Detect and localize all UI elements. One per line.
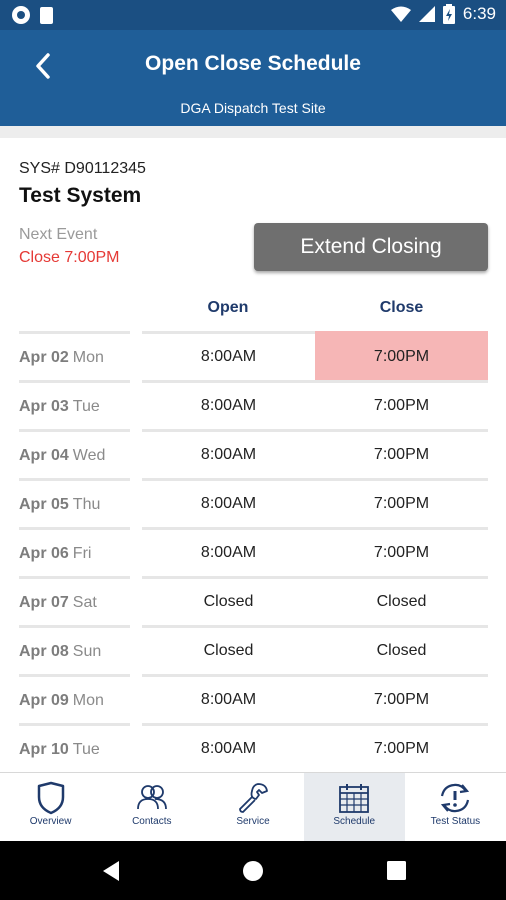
schedule-row: Apr 08 Sun Closed Closed [0, 625, 506, 674]
sim-card-icon [40, 6, 53, 24]
nav-label: Overview [29, 816, 72, 827]
row-date: Apr 06 [19, 545, 69, 562]
row-weekday: Thu [72, 496, 101, 513]
day-cell: Apr 08 Sun [19, 625, 130, 674]
close-time-cell[interactable]: Closed [315, 625, 488, 674]
open-time-cell[interactable]: Closed [142, 576, 315, 625]
day-cell: Apr 03 Tue [19, 380, 130, 429]
row-weekday: Mon [72, 692, 104, 709]
extend-closing-button[interactable]: Extend Closing [254, 223, 488, 271]
nav-overview[interactable]: Overview [0, 773, 101, 841]
square-recents-icon [386, 861, 406, 880]
contacts-icon [136, 785, 167, 810]
triangle-back-icon [103, 860, 119, 881]
circle-home-icon [243, 860, 263, 881]
schedule-row: Apr 03 Tue 8:00AM 7:00PM [0, 380, 506, 429]
schedule-row: Apr 05 Thu 8:00AM 7:00PM [0, 478, 506, 527]
close-time-cell[interactable]: 7:00PM [315, 723, 488, 772]
close-time-cell[interactable]: 7:00PM [315, 331, 488, 380]
status-left-icons [12, 6, 53, 24]
close-time-cell[interactable]: 7:00PM [315, 380, 488, 429]
close-time-cell[interactable]: 7:00PM [315, 478, 488, 527]
close-time-cell[interactable]: 7:00PM [315, 527, 488, 576]
next-event-value: Close 7:00PM [19, 249, 120, 266]
app-header: Open Close Schedule DGA Dispatch Test Si… [0, 30, 506, 126]
open-time-cell[interactable]: 8:00AM [142, 478, 315, 527]
day-cell: Apr 09 Mon [19, 674, 130, 723]
close-time-cell[interactable]: 7:00PM [315, 429, 488, 478]
system-name: Test System [19, 184, 142, 207]
open-column-header: Open [207, 299, 249, 316]
open-time-cell[interactable]: 8:00AM [142, 331, 315, 380]
android-home-button[interactable] [223, 841, 283, 900]
open-time-cell[interactable]: 8:00AM [142, 429, 315, 478]
day-cell: Apr 06 Fri [19, 527, 130, 576]
schedule-row: Apr 02 Mon 8:00AM 7:00PM [0, 331, 506, 380]
bottom-navigation: Overview Contacts Service Schedule Test … [0, 772, 506, 841]
status-time: 6:39 [462, 4, 496, 23]
open-time-cell[interactable]: Closed [142, 625, 315, 674]
day-cell: Apr 10 Tue [19, 723, 130, 772]
android-navigation-bar [0, 841, 506, 900]
day-cell: Apr 02 Mon [19, 331, 130, 380]
day-cell: Apr 04 Wed [19, 429, 130, 478]
row-weekday: Fri [72, 545, 92, 562]
row-date: Apr 03 [19, 398, 69, 415]
nav-label: Service [236, 816, 270, 827]
open-time-cell[interactable]: 8:00AM [142, 380, 315, 429]
row-weekday: Wed [72, 447, 106, 464]
nav-label: Schedule [333, 816, 376, 827]
row-date: Apr 08 [19, 643, 69, 660]
page-title: Open Close Schedule [145, 52, 361, 75]
schedule-row: Apr 04 Wed 8:00AM 7:00PM [0, 429, 506, 478]
schedule-row: Apr 10 Tue 8:00AM 7:00PM [0, 723, 506, 772]
next-event-label: Next Event [19, 226, 98, 243]
circle-icon [12, 6, 30, 24]
row-date: Apr 07 [19, 594, 69, 611]
wifi-icon [390, 6, 411, 22]
header-divider [0, 126, 506, 138]
row-weekday: Sun [72, 643, 102, 660]
status-right-icons: 6:39 [390, 4, 496, 24]
row-date: Apr 09 [19, 692, 69, 709]
row-weekday: Mon [72, 349, 104, 366]
row-date: Apr 10 [19, 741, 69, 758]
test-status-icon [441, 783, 470, 813]
nav-schedule[interactable]: Schedule [303, 773, 405, 841]
open-close-schedule-screen: 6:39 Open Close Schedule DGA Dispatch Te… [0, 0, 506, 900]
wrench-icon [239, 783, 268, 813]
system-number: SYS# D90112345 [19, 160, 146, 177]
day-cell: Apr 05 Thu [19, 478, 130, 527]
nav-service[interactable]: Service [202, 773, 303, 841]
close-column-header: Close [379, 299, 424, 316]
schedule-row: Apr 06 Fri 8:00AM 7:00PM [0, 527, 506, 576]
site-name: DGA Dispatch Test Site [180, 100, 326, 116]
schedule-row: Apr 09 Mon 8:00AM 7:00PM [0, 674, 506, 723]
day-cell: Apr 07 Sat [19, 576, 130, 625]
calendar-icon [339, 784, 370, 813]
status-bar: 6:39 [0, 0, 506, 30]
android-recents-button[interactable] [366, 841, 426, 900]
nav-label: Contacts [132, 816, 172, 827]
row-weekday: Tue [72, 741, 100, 758]
nav-label: Test Status [430, 816, 481, 827]
nav-contacts[interactable]: Contacts [101, 773, 202, 841]
row-weekday: Sat [72, 594, 97, 611]
open-time-cell[interactable]: 8:00AM [142, 723, 315, 772]
row-date: Apr 04 [19, 447, 69, 464]
close-time-cell[interactable]: 7:00PM [315, 674, 488, 723]
nav-test-status[interactable]: Test Status [405, 773, 506, 841]
battery-icon [442, 4, 455, 24]
shield-icon [37, 781, 64, 815]
open-time-cell[interactable]: 8:00AM [142, 674, 315, 723]
open-time-cell[interactable]: 8:00AM [142, 527, 315, 576]
android-back-button[interactable] [81, 841, 141, 900]
row-date: Apr 02 [19, 349, 69, 366]
row-weekday: Tue [72, 398, 100, 415]
close-time-cell[interactable]: Closed [315, 576, 488, 625]
schedule-row: Apr 07 Sat Closed Closed [0, 576, 506, 625]
row-date: Apr 05 [19, 496, 69, 513]
signal-icon [418, 6, 435, 22]
